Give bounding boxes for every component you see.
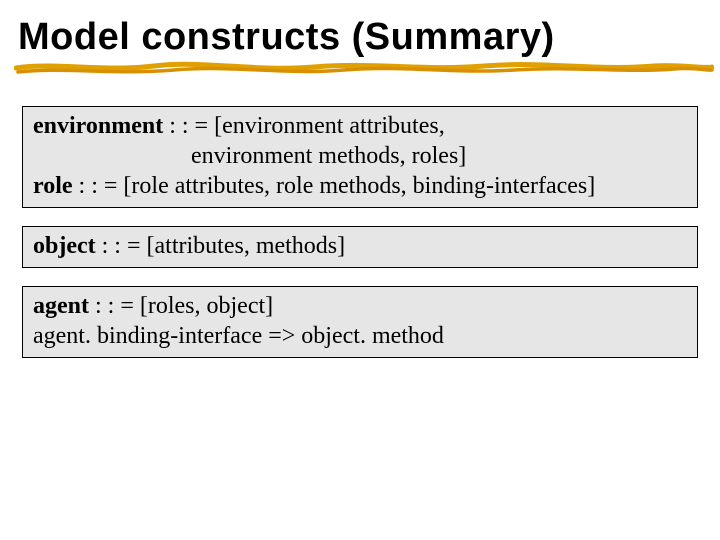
env-rest-1: : : = [environment attributes, bbox=[163, 113, 444, 139]
agent-keyword: agent bbox=[33, 293, 89, 319]
object-keyword: object bbox=[33, 233, 96, 259]
env-rest-2: environment methods, roles] bbox=[33, 141, 687, 171]
slide: Model constructs (Summary) environment :… bbox=[0, 0, 720, 540]
role-line: role : : = [role attributes, role method… bbox=[33, 171, 687, 201]
object-line: object : : = [attributes, methods] bbox=[33, 231, 687, 261]
role-keyword: role bbox=[33, 173, 73, 199]
definition-box-object: object : : = [attributes, methods] bbox=[22, 226, 698, 268]
role-rest: : : = [role attributes, role methods, bi… bbox=[73, 173, 596, 199]
agent-rest-1: : : = [roles, object] bbox=[89, 293, 273, 319]
env-keyword: environment bbox=[33, 113, 163, 139]
env-line-2: environment methods, roles] bbox=[33, 141, 687, 171]
definition-box-environment-role: environment : : = [environment attribute… bbox=[22, 106, 698, 208]
agent-line-1: agent : : = [roles, object] bbox=[33, 291, 687, 321]
env-line-1: environment : : = [environment attribute… bbox=[33, 111, 687, 141]
definition-box-agent: agent : : = [roles, object] agent. bindi… bbox=[22, 286, 698, 358]
title-wrap: Model constructs (Summary) bbox=[18, 12, 702, 72]
object-rest: : : = [attributes, methods] bbox=[96, 233, 346, 259]
agent-line-2: agent. binding-interface => object. meth… bbox=[33, 321, 687, 351]
page-title: Model constructs (Summary) bbox=[18, 12, 702, 72]
